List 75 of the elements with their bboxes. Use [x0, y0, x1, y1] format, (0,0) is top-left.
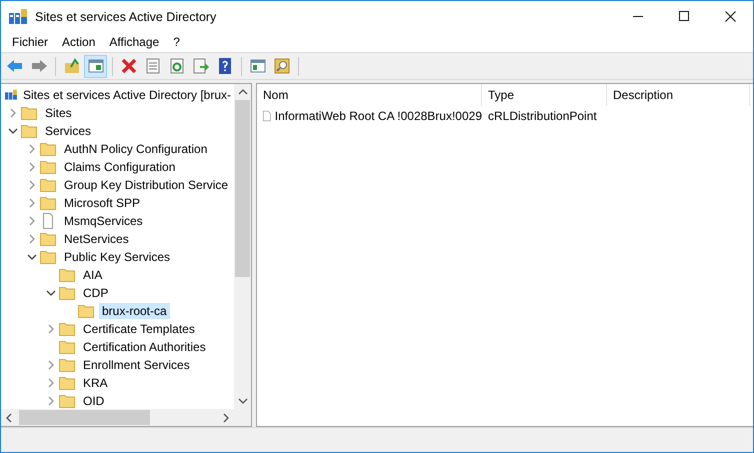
chevron-down-icon[interactable] [27, 252, 37, 262]
chevron-right-icon[interactable] [27, 162, 37, 172]
forward-arrow-icon [30, 57, 48, 75]
scrollbar-thumb[interactable] [19, 410, 150, 425]
column-header[interactable]: Type [482, 84, 607, 106]
tree-item[interactable]: MsmqServices [61, 213, 146, 229]
folder-icon [40, 160, 56, 174]
folder-icon [40, 196, 56, 210]
search-folder-icon [272, 57, 290, 75]
export-list-icon [192, 57, 210, 75]
close-icon [724, 11, 736, 22]
tree-item[interactable]: Enrollment Services [80, 357, 193, 373]
tree-item[interactable]: Certificate Templates [80, 321, 198, 337]
tree-item[interactable]: Public Key Services [61, 249, 174, 265]
document-icon [40, 213, 56, 229]
folder-icon [59, 376, 75, 390]
console-window-icon [248, 57, 266, 75]
tree-item[interactable]: Group Key Distribution Service [61, 177, 232, 193]
folder-icon [40, 142, 56, 156]
chevron-right-icon[interactable] [46, 396, 56, 406]
chevron-right-icon[interactable] [8, 108, 18, 118]
menu-item[interactable]: Fichier [5, 35, 56, 49]
folder-icon [40, 232, 56, 246]
refresh-icon [168, 57, 186, 75]
folder-icon [21, 124, 37, 138]
column-header[interactable]: Nom [257, 84, 482, 106]
directory-app-icon [9, 8, 27, 24]
tree-item[interactable]: Claims Configuration [61, 159, 178, 175]
window-title: Sites et services Active Directory [35, 10, 216, 24]
scrollbar-thumb[interactable] [235, 100, 250, 277]
maximize-icon [678, 11, 690, 22]
chevron-right-icon[interactable] [46, 378, 56, 388]
chevron-right-icon[interactable] [27, 216, 37, 226]
folder-icon [40, 250, 56, 264]
document-icon [263, 108, 271, 124]
menu-item[interactable]: ? [166, 35, 187, 49]
menu-item[interactable]: Affichage [102, 35, 166, 49]
tree-item[interactable]: CDP [80, 285, 112, 301]
folder-icon [59, 322, 75, 336]
console-tree-icon [86, 57, 104, 75]
folder-icon [21, 106, 37, 120]
tree-item[interactable]: brux-root-ca [99, 303, 170, 319]
folder-icon [59, 268, 75, 282]
tree-item[interactable]: Sites et services Active Directory [brux- [20, 87, 234, 103]
table-cell-text: cRLDistributionPoint [487, 109, 598, 123]
chevron-right-icon[interactable] [27, 180, 37, 190]
delete-icon [120, 57, 138, 75]
chevron-right-icon[interactable] [46, 324, 56, 334]
folder-icon [59, 358, 75, 372]
properties-icon [144, 57, 162, 75]
chevron-down-icon[interactable] [8, 126, 18, 136]
folder-icon [40, 178, 56, 192]
folder-up-icon [62, 57, 80, 75]
tree-item[interactable]: AuthN Policy Configuration [61, 141, 210, 157]
tree-item[interactable]: Sites [42, 105, 75, 121]
chevron-right-icon[interactable] [46, 360, 56, 370]
menu-item[interactable]: Action [55, 35, 102, 49]
tree-item[interactable]: Microsoft SPP [61, 195, 144, 211]
toolbar-button[interactable] [84, 54, 107, 78]
folder-icon [78, 304, 94, 318]
folder-icon [59, 340, 75, 354]
list-item[interactable]: InformatiWeb Root CA !0028Brux!0029 [274, 109, 482, 123]
tree-item[interactable]: AIA [80, 267, 106, 283]
tree-item[interactable]: Certification Authorities [80, 339, 209, 355]
back-arrow-icon [6, 57, 24, 75]
tree-item[interactable]: Services [42, 123, 94, 139]
chevron-right-icon[interactable] [27, 234, 37, 244]
chevron-down-icon[interactable] [46, 288, 56, 298]
chevron-right-icon[interactable] [27, 144, 37, 154]
tree-item[interactable]: OID [80, 393, 108, 409]
tree-item[interactable]: KRA [80, 375, 111, 391]
tree-item[interactable]: NetServices [61, 231, 132, 247]
folder-icon [59, 286, 75, 300]
column-header[interactable]: Description [607, 84, 750, 106]
chevron-right-icon[interactable] [27, 198, 37, 208]
